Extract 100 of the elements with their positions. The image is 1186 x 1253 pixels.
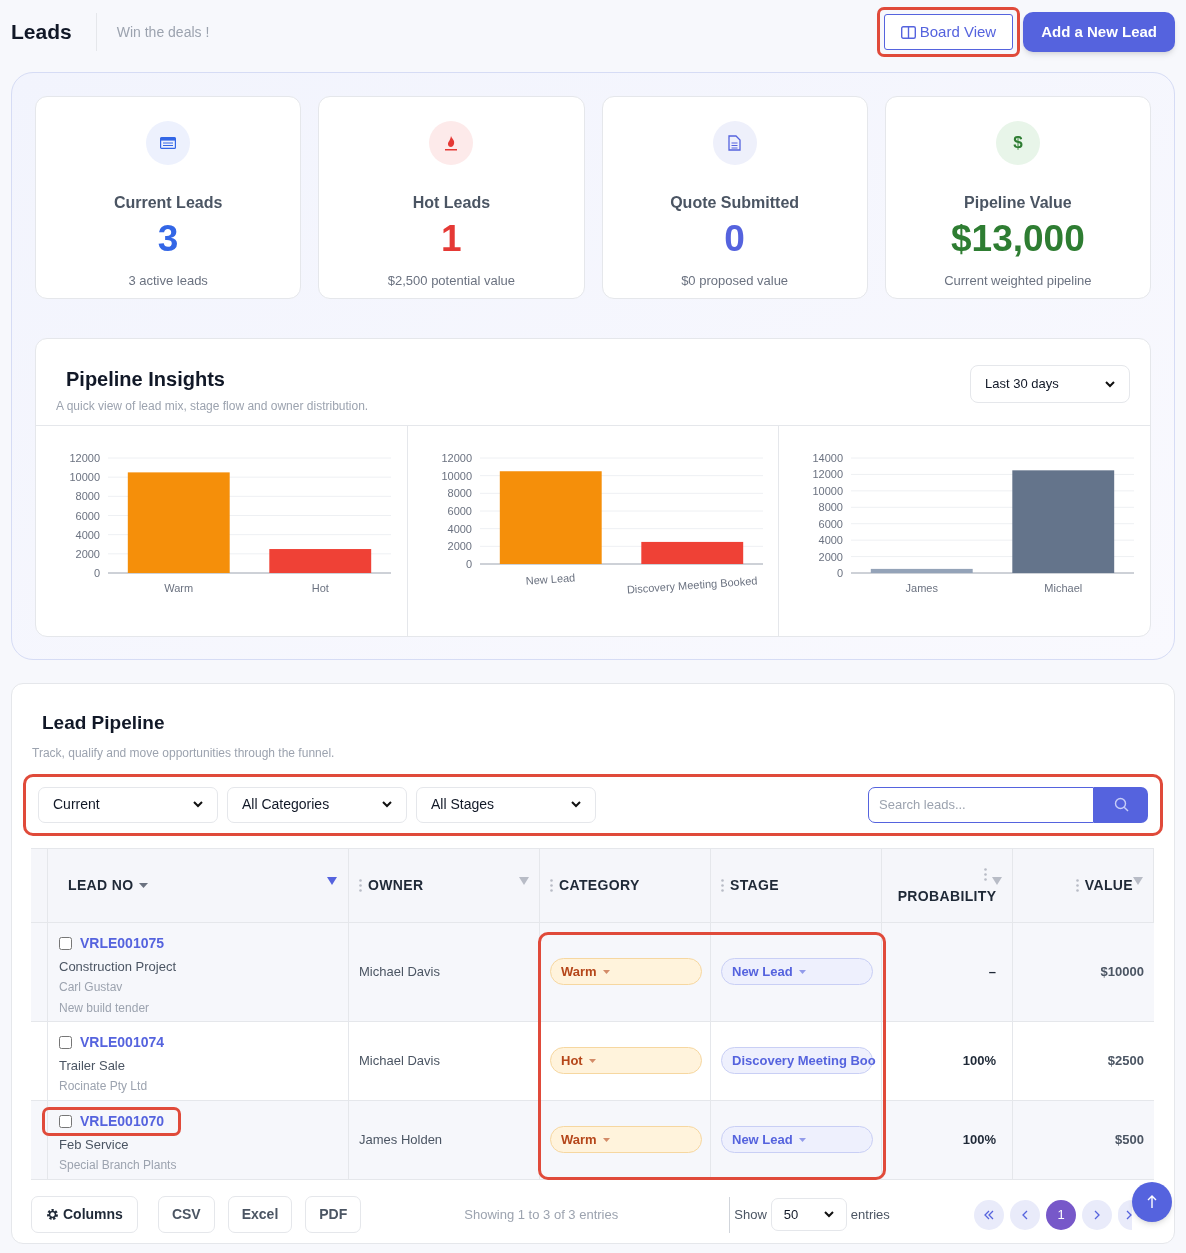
- category-dropdown[interactable]: Warm: [550, 958, 702, 985]
- x-category-label: New Lead: [525, 571, 576, 587]
- column-header[interactable]: CATEGORY: [559, 874, 640, 896]
- lead-number-link[interactable]: VRLE001075: [80, 932, 165, 954]
- lead-project: Trailer Sale: [59, 1056, 126, 1075]
- stat-value: 0: [724, 219, 745, 259]
- owner-cell-text: James Holden: [359, 1130, 443, 1149]
- lead-contact: Rocinate Pty Ltd: [59, 1078, 149, 1095]
- y-tick-label: 12000: [441, 452, 472, 464]
- y-tick-label: 2000: [447, 540, 472, 553]
- x-category-label: James: [905, 582, 939, 594]
- y-tick-label: 12000: [69, 452, 100, 464]
- stat-note: 3 active leads: [128, 272, 208, 290]
- lead-number-link[interactable]: VRLE001070: [80, 1110, 165, 1132]
- y-tick-label: 2000: [818, 550, 844, 563]
- column-header[interactable]: LEAD NO: [68, 874, 134, 896]
- lead-contact: Special Branch Plants: [59, 1157, 178, 1174]
- y-tick-label: 6000: [75, 509, 100, 522]
- y-tick-label: 4000: [447, 522, 472, 535]
- category-dropdown[interactable]: Warm: [550, 1126, 702, 1153]
- insights-subtitle: A quick view of lead mix, stage flow and owner distribution.: [56, 398, 370, 415]
- page-subtitle: Win the deals !: [95, 13, 210, 51]
- y-tick-label: 12000: [812, 468, 844, 481]
- row-checkbox[interactable]: [59, 1114, 72, 1128]
- export-button[interactable]: PDF: [305, 1196, 362, 1233]
- drag-handle-icon: [550, 878, 553, 892]
- page-size-select[interactable]: 50: [770, 1198, 847, 1231]
- category-dropdown[interactable]: Hot: [550, 1047, 702, 1074]
- column-header[interactable]: PROBABILITY: [897, 885, 997, 907]
- filter-select[interactable]: All Stages: [416, 786, 596, 823]
- caret-icon: [798, 969, 806, 974]
- column-header[interactable]: VALUE: [1084, 874, 1133, 896]
- search-button[interactable]: [1094, 786, 1148, 823]
- drag-handle-icon: [721, 878, 724, 892]
- lead-project: Feb Service: [59, 1135, 130, 1154]
- drag-handle-icon: [984, 867, 987, 881]
- add-lead-button[interactable]: Add a New Lead: [1023, 12, 1175, 52]
- x-category-label: Michael: [1044, 582, 1083, 594]
- owner-cell-text: Michael Davis: [359, 1051, 440, 1070]
- gear-icon: [46, 1208, 59, 1221]
- row-checkbox[interactable]: [59, 936, 72, 950]
- column-header[interactable]: OWNER: [368, 874, 424, 896]
- caret-icon: [798, 1137, 806, 1142]
- next-page-icon: [1092, 1209, 1102, 1220]
- chevron-right-icon: [1126, 1209, 1132, 1220]
- export-button[interactable]: Excel: [227, 1196, 293, 1233]
- value-cell-text: $2500: [1107, 1051, 1144, 1070]
- filter-select[interactable]: Current: [38, 786, 218, 823]
- filter-icon[interactable]: [327, 876, 337, 885]
- columns-button[interactable]: Columns: [31, 1196, 138, 1233]
- insights-title: Pipeline Insights: [65, 367, 226, 392]
- stat-note: $2,500 potential value: [387, 272, 515, 290]
- first-page-icon: [984, 1209, 994, 1220]
- y-tick-label: 6000: [447, 505, 472, 517]
- x-category-label: Discovery Meeting Booked: [626, 574, 758, 596]
- x-category-label: Warm: [164, 582, 194, 594]
- chevron-down-icon: [823, 1211, 834, 1218]
- document-icon: [712, 121, 757, 165]
- stat-note: Current weighted pipeline: [944, 272, 1092, 290]
- y-tick-label: 4000: [75, 528, 100, 541]
- chevron-down-icon: [571, 801, 581, 808]
- export-button[interactable]: CSV: [157, 1196, 215, 1233]
- lead-contact: Carl Gustav: [59, 979, 124, 996]
- column-header[interactable]: STAGE: [730, 874, 779, 896]
- previous-page-icon: [1020, 1209, 1030, 1220]
- row-checkbox[interactable]: [59, 1035, 72, 1049]
- search-icon: [1113, 797, 1129, 812]
- lead-number-link[interactable]: VRLE001074: [80, 1031, 165, 1053]
- y-tick-label: 10000: [69, 471, 100, 484]
- y-tick-label: 4000: [818, 534, 844, 547]
- period-select[interactable]: Last 30 days: [970, 365, 1130, 403]
- filter-select[interactable]: All Categories: [227, 786, 407, 823]
- caret-icon: [602, 969, 610, 974]
- pipeline-title: Lead Pipeline: [41, 711, 166, 735]
- value-cell-text: $10000: [1100, 962, 1144, 981]
- stat-value: $13,000: [951, 219, 1085, 259]
- stat-title: Hot Leads: [412, 193, 491, 213]
- probability-cell-text: 100%: [962, 1130, 996, 1149]
- y-tick-label: 8000: [818, 501, 844, 514]
- search-field[interactable]: Search leads...: [868, 786, 1094, 823]
- chevron-down-icon: [382, 801, 392, 808]
- drag-handle-icon: [359, 878, 362, 892]
- stage-dropdown[interactable]: Discovery Meeting Boo: [721, 1047, 873, 1074]
- y-tick-label: 0: [837, 567, 844, 579]
- stage-dropdown[interactable]: New Lead: [721, 958, 873, 985]
- lead-note: New build tender: [59, 1000, 151, 1017]
- sort-icon[interactable]: [139, 882, 149, 888]
- y-tick-label: 8000: [75, 490, 100, 503]
- entries-label: entries: [850, 1205, 890, 1224]
- stat-value: 1: [441, 219, 462, 259]
- chevron-down-icon: [193, 801, 203, 808]
- dollar-icon: $: [995, 121, 1040, 165]
- board-view-button[interactable]: Board View: [883, 14, 1014, 50]
- stage-dropdown[interactable]: New Lead: [721, 1126, 873, 1153]
- pipeline-subtitle: Track, qualify and move opportunities through the funnel.: [31, 744, 336, 762]
- show-label: Show: [734, 1205, 767, 1224]
- stat-title: Pipeline Value: [964, 193, 1072, 213]
- x-category-label: Hot: [311, 582, 329, 594]
- flame-icon: [429, 121, 474, 165]
- page-button[interactable]: 1: [1046, 1199, 1076, 1230]
